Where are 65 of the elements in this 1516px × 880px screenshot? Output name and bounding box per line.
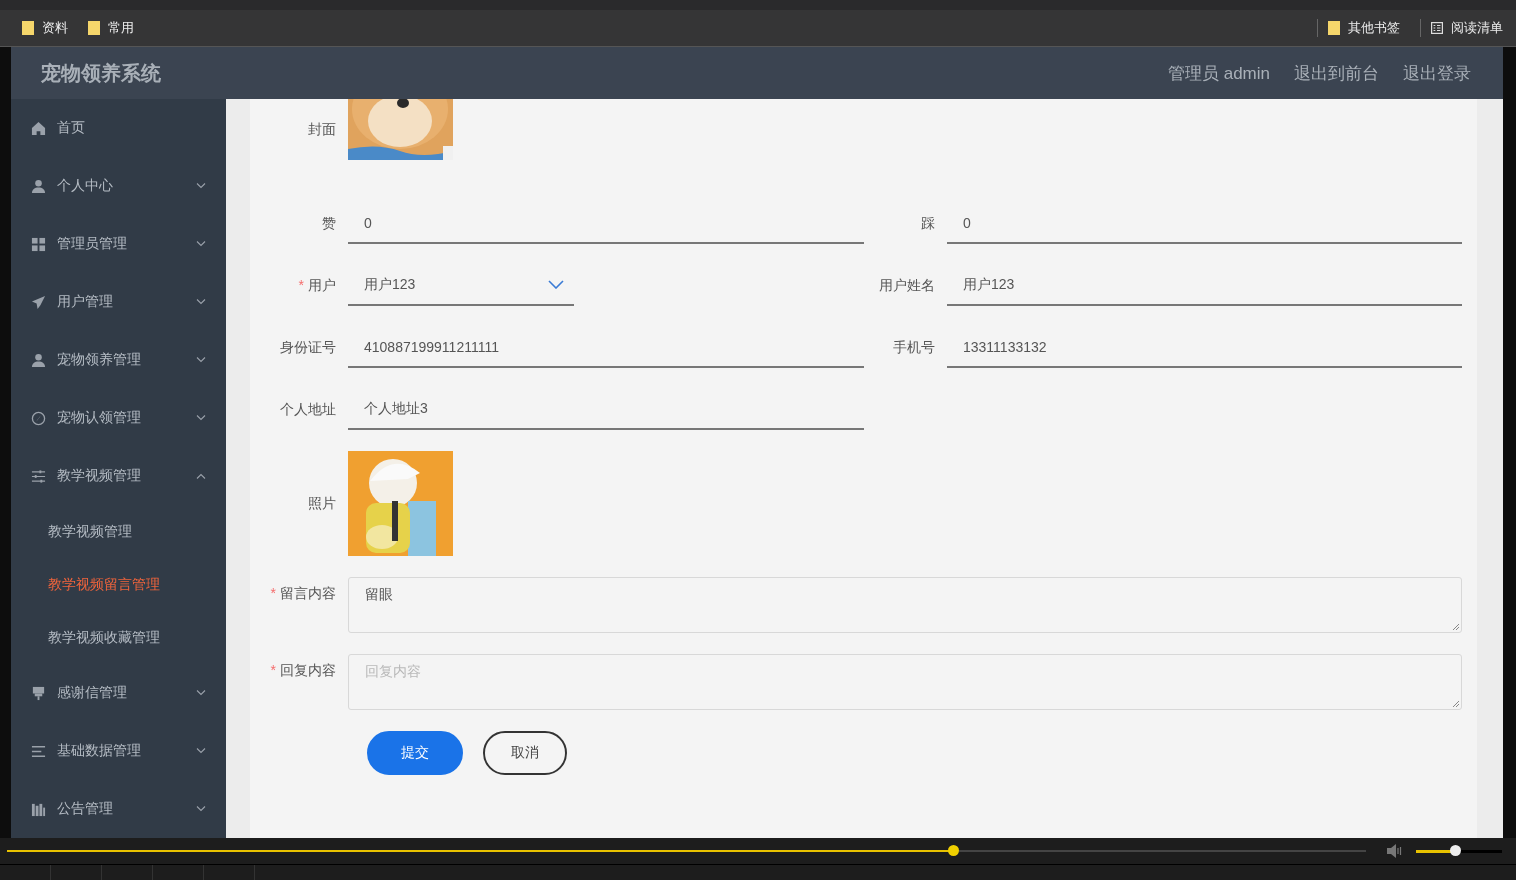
grid-icon (31, 236, 46, 252)
field-label: 用户姓名 (878, 276, 935, 295)
folder-icon (88, 21, 100, 35)
submit-button[interactable]: 提交 (367, 731, 463, 775)
submenu-item[interactable]: 教学视频收藏管理 (11, 611, 226, 664)
input-field[interactable]: 410887199911211111 (348, 327, 864, 368)
submenu-item[interactable]: 教学视频留言管理 (11, 558, 226, 611)
text-area[interactable]: 留眼 (348, 577, 1462, 633)
menu-item[interactable]: 宠物领养管理 (11, 331, 226, 389)
field-label: 个人地址 (279, 400, 336, 419)
cancel-button[interactable]: 取消 (483, 731, 567, 775)
header-link[interactable]: 退出到前台 (1294, 61, 1379, 85)
field-label: * 留言内容 (269, 584, 336, 603)
input-field[interactable]: 13311133132 (947, 327, 1462, 368)
user-icon (31, 352, 46, 368)
bars-icon (31, 801, 46, 817)
input-field[interactable]: 0 (947, 203, 1462, 244)
list-icon (31, 743, 46, 759)
required-mark: * (270, 585, 276, 601)
folder-icon (22, 21, 34, 35)
field-label: 封面 (307, 120, 336, 139)
volume-icon[interactable] (1386, 844, 1402, 858)
field-label: 赞 (321, 214, 336, 233)
menu-item[interactable]: 感谢信管理 (11, 664, 226, 722)
field-label: 踩 (920, 214, 935, 233)
home-icon (31, 120, 46, 136)
field-label: * 回复内容 (269, 661, 336, 680)
sliders-icon (31, 468, 46, 484)
menu-item[interactable]: 管理员管理 (11, 215, 226, 273)
volume-thumb[interactable] (1449, 844, 1461, 856)
resize-handle-icon (1452, 623, 1460, 631)
submenu-item[interactable]: 教学视频管理 (11, 505, 226, 558)
compass-icon (31, 410, 46, 426)
field-label: 照片 (307, 494, 336, 513)
input-field[interactable]: 用户123 (947, 265, 1462, 306)
menu-item[interactable]: 基础数据管理 (11, 722, 226, 780)
resize-handle-icon (1452, 700, 1460, 708)
field-label: * 用户 (297, 276, 336, 295)
bookmark[interactable]: 资料 (22, 19, 68, 37)
bookmark[interactable]: 其他书签 (1317, 19, 1400, 37)
app-title: 宠物领养系统 (41, 60, 161, 86)
bookmark[interactable]: 常用 (88, 19, 134, 37)
menu-item[interactable]: 首页 (11, 99, 226, 157)
input-field[interactable]: 个人地址3 (348, 389, 864, 430)
header-link[interactable]: 退出登录 (1403, 61, 1471, 85)
menu-item[interactable]: 个人中心 (11, 157, 226, 215)
header-link[interactable]: 管理员 admin (1167, 61, 1270, 85)
menu-item[interactable]: 用户管理 (11, 273, 226, 331)
folder-icon (1328, 21, 1340, 35)
progress-thumb[interactable] (947, 845, 959, 856)
user-icon (31, 178, 46, 194)
bookmark[interactable]: 阅读清单 (1420, 19, 1503, 37)
menu-item[interactable]: 宠物认领管理 (11, 389, 226, 447)
input-field[interactable]: 0 (348, 203, 864, 244)
required-mark: * (298, 276, 304, 293)
chevron-down-icon (548, 280, 564, 289)
required-mark: * (270, 662, 276, 678)
sign-icon (31, 685, 46, 701)
select-field[interactable]: 用户123 (348, 265, 574, 306)
menu-item[interactable]: 教学视频管理 (11, 447, 226, 505)
send-icon (31, 294, 46, 310)
list-icon (1431, 21, 1443, 35)
field-label: 手机号 (892, 338, 935, 357)
field-label: 身份证号 (279, 338, 336, 357)
menu-item[interactable]: 公告管理 (11, 780, 226, 838)
